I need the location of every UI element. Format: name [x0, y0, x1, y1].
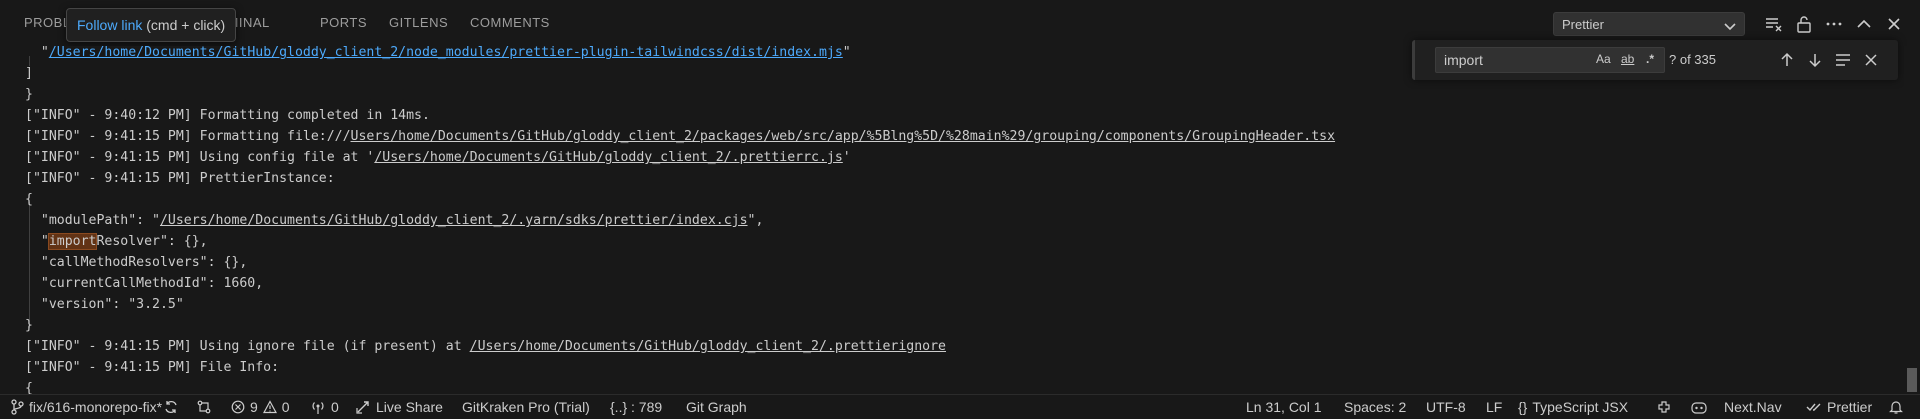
prettier-label: Prettier	[1827, 399, 1873, 415]
prettier-status[interactable]: Prettier	[1806, 398, 1872, 416]
branch-name: fix/616-monorepo-fix*	[29, 399, 163, 415]
ports-status[interactable]: 0	[310, 398, 339, 416]
find-match-count: ? of 335	[1669, 52, 1716, 67]
language-label: TypeScript JSX	[1532, 399, 1629, 415]
output-channel-select[interactable]: Prettier	[1553, 12, 1745, 36]
radio-tower-icon	[310, 399, 326, 415]
output-line: ["INFO" - 9:41:15 PM] Using config file …	[25, 150, 851, 165]
output-line: ["INFO" - 9:41:15 PM] Formatting file://…	[25, 129, 1336, 144]
extension-icon[interactable]	[1656, 398, 1672, 416]
ports-count: 0	[331, 399, 339, 415]
sync-icon[interactable]	[163, 398, 179, 416]
tooltip-link-text: Follow link	[77, 17, 143, 33]
find-in-selection-icon[interactable]	[1833, 50, 1853, 70]
use-regex-toggle[interactable]: .*	[1646, 52, 1654, 66]
close-icon[interactable]	[1861, 50, 1881, 70]
module-path-link[interactable]: /Users/home/Documents/GitHub/gloddy_clie…	[160, 213, 748, 228]
git-graph-label: Git Graph	[686, 399, 747, 415]
error-icon	[231, 400, 245, 414]
indentation-status[interactable]: Spaces: 2	[1344, 398, 1406, 416]
match-case-toggle[interactable]: Aa	[1596, 52, 1611, 66]
output-line: "currentCallMethodId": 1660,	[25, 276, 264, 291]
encoding-status[interactable]: UTF-8	[1426, 398, 1466, 416]
output-channel-value: Prettier	[1562, 17, 1604, 32]
close-panel-icon[interactable]	[1884, 14, 1904, 34]
cursor-position-status[interactable]: Ln 31, Col 1	[1246, 398, 1322, 416]
output-line: {	[25, 192, 33, 207]
notifications-bell-icon[interactable]	[1888, 398, 1904, 416]
check-double-icon	[1806, 399, 1822, 415]
status-bar: fix/616-monorepo-fix* 9 0 0 Live Share G…	[0, 394, 1920, 419]
output-line: "importResolver": {},	[25, 233, 208, 250]
output-view[interactable]: "/Users/home/Documents/GitHub/gloddy_cli…	[0, 45, 1904, 394]
find-input[interactable]: import Aa ab .*	[1435, 47, 1665, 73]
output-line: "modulePath": "/Users/home/Documents/Git…	[25, 213, 764, 228]
output-line: ]	[25, 66, 33, 81]
match-whole-word-toggle[interactable]: ab	[1621, 52, 1634, 66]
vertical-scrollbar[interactable]	[1904, 46, 1920, 394]
output-line: "/Users/home/Documents/GitHub/gloddy_cli…	[25, 45, 851, 60]
find-query: import	[1444, 52, 1483, 68]
output-line: "version": "3.2.5"	[25, 297, 184, 312]
output-line: ["INFO" - 9:41:15 PM] PrettierInstance:	[25, 171, 335, 186]
config-path-link[interactable]: /Users/home/Documents/GitHub/gloddy_clie…	[374, 150, 842, 165]
tab-gitlens[interactable]: GITLENS	[389, 15, 448, 30]
lock-scroll-icon[interactable]	[1794, 14, 1814, 34]
tooltip-shortcut: (cmd + click)	[146, 17, 226, 33]
eol-status[interactable]: LF	[1486, 398, 1502, 416]
git-graph-status[interactable]: Git Graph	[686, 398, 747, 416]
branch-status[interactable]: fix/616-monorepo-fix*	[10, 398, 162, 416]
ignore-path-link[interactable]: /Users/home/Documents/GitHub/gloddy_clie…	[470, 339, 946, 354]
problems-status[interactable]: 9 0	[231, 398, 290, 416]
gitkraken-status[interactable]: GitKraken Pro (Trial)	[462, 398, 590, 416]
warning-icon	[262, 400, 277, 414]
output-line: }	[25, 87, 33, 102]
chevron-down-icon	[1724, 19, 1736, 37]
live-share-status[interactable]: Live Share	[355, 398, 443, 416]
output-line: ["INFO" - 9:41:15 PM] Using ignore file …	[25, 339, 946, 354]
output-line: "callMethodResolvers": {},	[25, 255, 248, 270]
live-share-icon	[355, 399, 371, 415]
output-line: ["INFO" - 9:40:12 PM] Formatting complet…	[25, 108, 430, 123]
follow-link-tooltip: Follow link (cmd + click)	[66, 8, 237, 42]
git-compare-icon[interactable]	[196, 398, 212, 416]
find-match-highlight: import	[47, 233, 98, 250]
language-status[interactable]: {} TypeScript JSX	[1518, 398, 1628, 416]
git-branch-icon	[10, 399, 24, 415]
live-share-label: Live Share	[376, 399, 443, 415]
more-actions-icon[interactable]	[1824, 14, 1844, 34]
gitkraken-label: GitKraken Pro (Trial)	[462, 399, 590, 415]
braces-icon: {}	[1518, 399, 1528, 415]
arrow-down-icon[interactable]	[1805, 50, 1825, 70]
module-path-link[interactable]: /Users/home/Documents/GitHub/gloddy_clie…	[49, 45, 843, 60]
output-line: ["INFO" - 9:41:15 PM] File Info:	[25, 360, 280, 375]
find-widget: import Aa ab .* ? of 335	[1412, 40, 1898, 80]
cursor-position-label: Ln 31, Col 1	[1246, 399, 1322, 415]
tab-ports[interactable]: PORTS	[320, 15, 367, 30]
warning-count: 0	[281, 399, 290, 415]
bracket-count-status[interactable]: {..} : 789	[610, 398, 662, 416]
copilot-icon[interactable]	[1690, 398, 1708, 416]
error-count: 9	[250, 399, 258, 415]
file-path-link[interactable]: Users/home/Documents/GitHub/gloddy_clien…	[351, 129, 1336, 144]
indentation-label: Spaces: 2	[1344, 399, 1407, 415]
clear-output-icon[interactable]	[1764, 14, 1784, 34]
output-line: }	[25, 318, 33, 333]
eol-label: LF	[1486, 399, 1503, 415]
scrollbar-thumb[interactable]	[1907, 368, 1917, 392]
arrow-up-icon[interactable]	[1777, 50, 1797, 70]
maximize-panel-icon[interactable]	[1854, 14, 1874, 34]
bracket-count-label: {..} : 789	[610, 399, 663, 415]
tab-comments[interactable]: COMMENTS	[470, 15, 550, 30]
output-line: {	[25, 381, 33, 394]
nextnav-status[interactable]: Next.Nav	[1724, 398, 1782, 416]
nextnav-label: Next.Nav	[1724, 399, 1782, 415]
encoding-label: UTF-8	[1426, 399, 1466, 415]
